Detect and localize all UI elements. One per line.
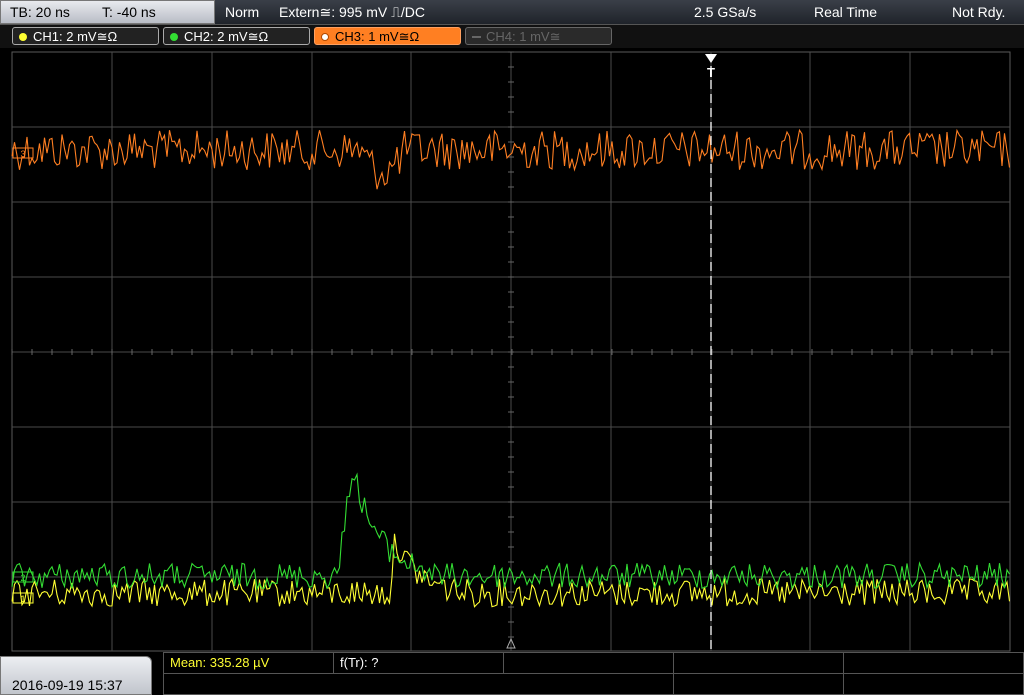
sample-rate[interactable]: 2.5 GSa/s	[694, 4, 756, 20]
trigger-marker-label: T	[707, 65, 715, 80]
acquisition-status: Not Rdy.	[952, 4, 1006, 20]
channel-tab-ch3[interactable]: CH3: 1 mV≅Ω	[314, 27, 461, 45]
datetime-box[interactable]: 2016-09-19 15:37	[0, 656, 152, 695]
ch1-level-label: 1	[20, 594, 25, 604]
ch4-label: CH4: 1 mV≅	[486, 29, 561, 44]
acquisition-mode[interactable]: Real Time	[814, 4, 877, 20]
channel-tab-ch4[interactable]: CH4: 1 mV≅	[465, 27, 612, 45]
trigger-time-label: T: -40 ns	[102, 4, 156, 20]
bottom-bar: 2016-09-19 15:37 Mean: 335.28 µV f(Tr): …	[0, 652, 1024, 695]
measurement-cell[interactable]	[674, 653, 844, 674]
ch3-label: CH3: 1 mV≅Ω	[335, 29, 420, 44]
ch1-label: CH1: 2 mV≅Ω	[33, 29, 118, 44]
ch1-indicator-icon	[19, 33, 27, 41]
mean-measurement[interactable]: Mean: 335.28 µV	[170, 655, 269, 670]
datetime-label: 2016-09-19 15:37	[12, 677, 123, 693]
waveform-display[interactable]: T 3 2 1	[0, 48, 1024, 653]
measurement-cell[interactable]	[504, 653, 674, 674]
channel-tabs: CH1: 2 mV≅Ω CH2: 2 mV≅Ω CH3: 1 mV≅Ω CH4:…	[0, 25, 1024, 48]
ch3-indicator-icon	[321, 33, 329, 41]
waveform-canvas[interactable]: T 3 2 1	[0, 48, 1024, 653]
ch2-level-label: 2	[20, 573, 25, 583]
channel-tab-ch2[interactable]: CH2: 2 mV≅Ω	[163, 27, 310, 45]
measurement-panel[interactable]: Mean: 335.28 µV f(Tr): ?	[163, 652, 1024, 695]
measurement-cell[interactable]	[504, 674, 674, 695]
frequency-measurement[interactable]: f(Tr): ?	[340, 655, 379, 670]
status-bar: TB: 20 ns T: -40 ns Norm Extern≅: 995 mV…	[0, 0, 1024, 25]
channel-tab-ch1[interactable]: CH1: 2 mV≅Ω	[12, 27, 159, 45]
ch2-indicator-icon	[170, 33, 178, 41]
trigger-mode[interactable]: Norm	[225, 4, 259, 20]
ch4-indicator-icon	[472, 36, 481, 38]
measurement-cell[interactable]	[844, 653, 1024, 674]
measurement-cell[interactable]	[844, 674, 1024, 695]
ch2-label: CH2: 2 mV≅Ω	[184, 29, 269, 44]
timebase-label: TB: 20 ns	[10, 4, 70, 20]
timebase-box[interactable]: TB: 20 ns T: -40 ns	[0, 0, 215, 24]
measurement-cell[interactable]	[674, 674, 844, 695]
trigger-source[interactable]: Extern≅: 995 mV ⎍/DC	[279, 4, 425, 21]
ch3-level-label: 3	[20, 149, 25, 159]
